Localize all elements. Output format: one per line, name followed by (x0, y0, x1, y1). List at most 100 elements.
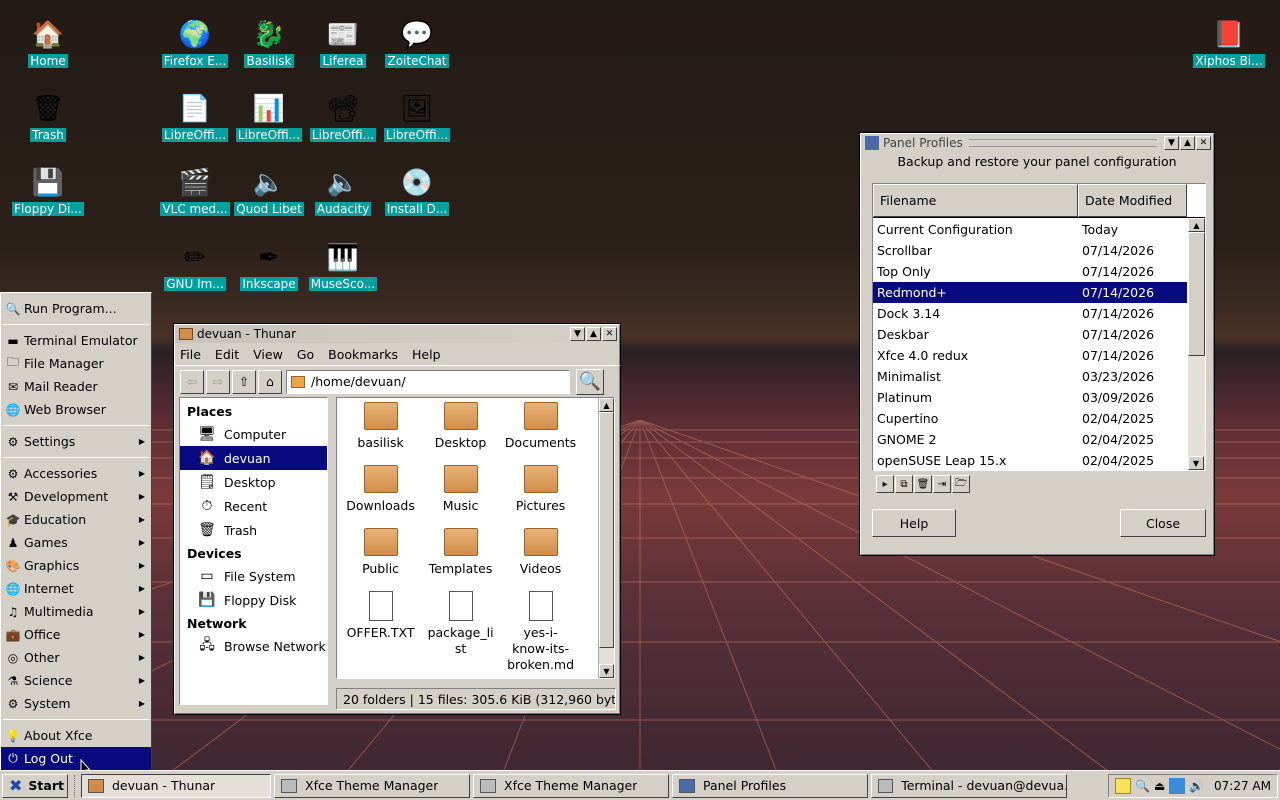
folder-item[interactable]: Public (341, 528, 421, 591)
panel-profiles-titlebar[interactable]: Panel Profiles ▼ ▲ ✕ (861, 134, 1213, 152)
column-header-filename[interactable]: Filename (873, 184, 1078, 217)
table-row[interactable]: Current Configuration Today (873, 219, 1187, 240)
menu-help[interactable]: Help (412, 347, 441, 362)
search-icon[interactable]: 🔍 (1135, 779, 1150, 793)
menu-run-program[interactable]: 🔍 Run Program... (1, 297, 151, 320)
up-button[interactable]: ⇧ (232, 369, 256, 394)
menu-file[interactable]: File (180, 347, 201, 362)
search-button[interactable]: 🔍 (576, 368, 604, 395)
network-icon[interactable] (1169, 778, 1186, 794)
taskbar-button[interactable]: devuan - Thunar (81, 773, 271, 798)
home-button[interactable]: ⌂ (258, 369, 282, 394)
table-row[interactable]: Deskbar 07/14/2026 (873, 324, 1187, 345)
desktop-icon[interactable]: 🐉 Basilisk (231, 18, 307, 71)
close-button[interactable]: ✕ (1196, 136, 1211, 150)
import-profile-button[interactable]: 🗁 (952, 475, 970, 493)
volume-icon[interactable]: 🔊 (1189, 779, 1204, 793)
folder-item[interactable]: Videos (501, 528, 581, 591)
menu-category-games[interactable]: ♟ Games ▶ (1, 531, 151, 554)
taskbar-button[interactable]: Xfce Theme Manager (473, 773, 669, 798)
vertical-scrollbar[interactable]: ▲ ▼ (598, 398, 614, 678)
notes-icon[interactable] (1115, 778, 1131, 794)
menu-web-browser[interactable]: 🌐 Web Browser (1, 398, 151, 421)
menu-category-development[interactable]: ⚒ Development ▶ (1, 485, 151, 508)
folder-item[interactable]: Pictures (501, 465, 581, 528)
taskbar-button[interactable]: Xfce Theme Manager (274, 773, 470, 798)
menu-category-education[interactable]: 🎓 Education ▶ (1, 508, 151, 531)
menu-category-office[interactable]: 💼 Office ▶ (1, 623, 151, 646)
help-button[interactable]: Help (872, 509, 956, 537)
menu-category-graphics[interactable]: 🎨 Graphics ▶ (1, 554, 151, 577)
desktop-icon[interactable]: 🖼 LibreOffi... (379, 92, 455, 145)
scroll-thumb[interactable] (1188, 232, 1205, 356)
scroll-down-button[interactable]: ▼ (1188, 456, 1204, 470)
desktop-icon[interactable]: 📊 LibreOffi... (231, 92, 307, 145)
scroll-thumb[interactable] (599, 412, 614, 648)
table-row[interactable]: GNOME 2 02/04/2025 (873, 429, 1187, 450)
menu-file-manager[interactable]: 🗀 File Manager (1, 352, 151, 375)
delete-profile-button[interactable]: 🗑 (914, 475, 932, 493)
menu-button[interactable]: ▼ (570, 327, 585, 341)
table-row[interactable]: Top Only 07/14/2026 (873, 261, 1187, 282)
desktop-icon[interactable]: 📽 LibreOffi... (305, 92, 381, 145)
scroll-down-button[interactable]: ▼ (599, 664, 614, 678)
menu-bookmarks[interactable]: Bookmarks (328, 347, 398, 362)
menu-category-internet[interactable]: 🌐 Internet ▶ (1, 577, 151, 600)
back-button[interactable]: ⇦ (180, 369, 204, 394)
close-dialog-button[interactable]: Close (1120, 509, 1206, 537)
desktop-icon[interactable]: 🏠 Home (10, 18, 86, 71)
menu-category-other[interactable]: ◎ Other ▶ (1, 646, 151, 669)
maximize-button[interactable]: ▲ (586, 327, 601, 341)
desktop-icon[interactable]: 💬 ZoiteChat (379, 18, 455, 71)
clock[interactable]: 07:27 AM (1214, 779, 1271, 793)
taskbar-button[interactable]: Terminal - devuan@devua... (871, 773, 1067, 798)
sidebar-item-trash[interactable]: 🗑 Trash (180, 518, 327, 542)
desktop-icon[interactable]: 🎹 MuseSco... (305, 241, 381, 294)
file-item[interactable]: OFFER.TXT (341, 591, 421, 654)
menu-category-accessories[interactable]: ⚙ Accessories ▶ (1, 462, 151, 485)
sidebar-item-recent[interactable]: ⏱ Recent (180, 494, 327, 518)
thunar-titlebar[interactable]: devuan - Thunar ▼ ▲ ✕ (175, 325, 619, 343)
folder-item[interactable]: basilisk (341, 402, 421, 465)
export-profile-button[interactable]: ⇥ (933, 475, 951, 493)
desktop-icon[interactable]: 📕 Xiphos Bi... (1191, 18, 1267, 71)
close-button[interactable]: ✕ (602, 327, 617, 341)
sidebar-item-desktop[interactable]: 🗒 Desktop (180, 470, 327, 494)
folder-item[interactable]: Documents (501, 402, 581, 465)
table-row[interactable]: openSUSE Leap 15.x 02/04/2025 (873, 450, 1187, 470)
taskbar-button[interactable]: Panel Profiles (672, 773, 868, 798)
location-bar[interactable]: /home/devuan/ (286, 369, 570, 394)
table-row[interactable]: Cupertino 02/04/2025 (873, 408, 1187, 429)
maximize-button[interactable]: ▲ (1180, 136, 1195, 150)
desktop-icon[interactable]: 🗑 Trash (10, 92, 86, 145)
sidebar-item-devuan[interactable]: 🏠 devuan (180, 446, 327, 470)
column-header-date[interactable]: Date Modified (1078, 184, 1187, 217)
menu-category-multimedia[interactable]: ♫ Multimedia ▶ (1, 600, 151, 623)
sidebar-item-file-system[interactable]: ▭ File System (180, 564, 327, 588)
file-item[interactable]: package_list (421, 591, 501, 656)
desktop-icon[interactable]: 🔈 Quod Libet (231, 166, 307, 219)
sidebar-item-browse-network[interactable]: 🖧 Browse Network (180, 634, 327, 658)
menu-terminal-emulator[interactable]: ▬ Terminal Emulator (1, 329, 151, 352)
menu-view[interactable]: View (253, 347, 283, 362)
folder-item[interactable]: Music (421, 465, 501, 528)
table-row[interactable]: Scrollbar 07/14/2026 (873, 240, 1187, 261)
apply-profile-button[interactable]: ▸ (876, 475, 894, 493)
forward-button[interactable]: ⇨ (206, 369, 230, 394)
desktop-icon[interactable]: 🎬 VLC med... (157, 166, 233, 219)
desktop-icon[interactable]: 🔈 Audacity (305, 166, 381, 219)
menu-settings[interactable]: ⚙ Settings ▶ (1, 430, 151, 453)
desktop-icon[interactable]: 💾 Floppy Di... (10, 166, 86, 219)
menu-go[interactable]: Go (297, 347, 314, 362)
desktop-icon[interactable]: 📄 LibreOffi... (157, 92, 233, 145)
desktop-icon[interactable]: 📰 Liferea (305, 18, 381, 71)
table-row[interactable]: Xfce 4.0 redux 07/14/2026 (873, 345, 1187, 366)
menu-log-out[interactable]: ⏻ Log Out (1, 747, 151, 770)
sidebar-item-computer[interactable]: 🖥 Computer (180, 422, 327, 446)
desktop-icon[interactable]: 💿 Install D... (379, 166, 455, 219)
folder-item[interactable]: Templates (421, 528, 501, 591)
menu-button[interactable]: ▼ (1164, 136, 1179, 150)
folder-item[interactable]: Desktop (421, 402, 501, 465)
scroll-up-button[interactable]: ▲ (1188, 218, 1205, 232)
sidebar-item-floppy-disk[interactable]: 💾 Floppy Disk (180, 588, 327, 612)
